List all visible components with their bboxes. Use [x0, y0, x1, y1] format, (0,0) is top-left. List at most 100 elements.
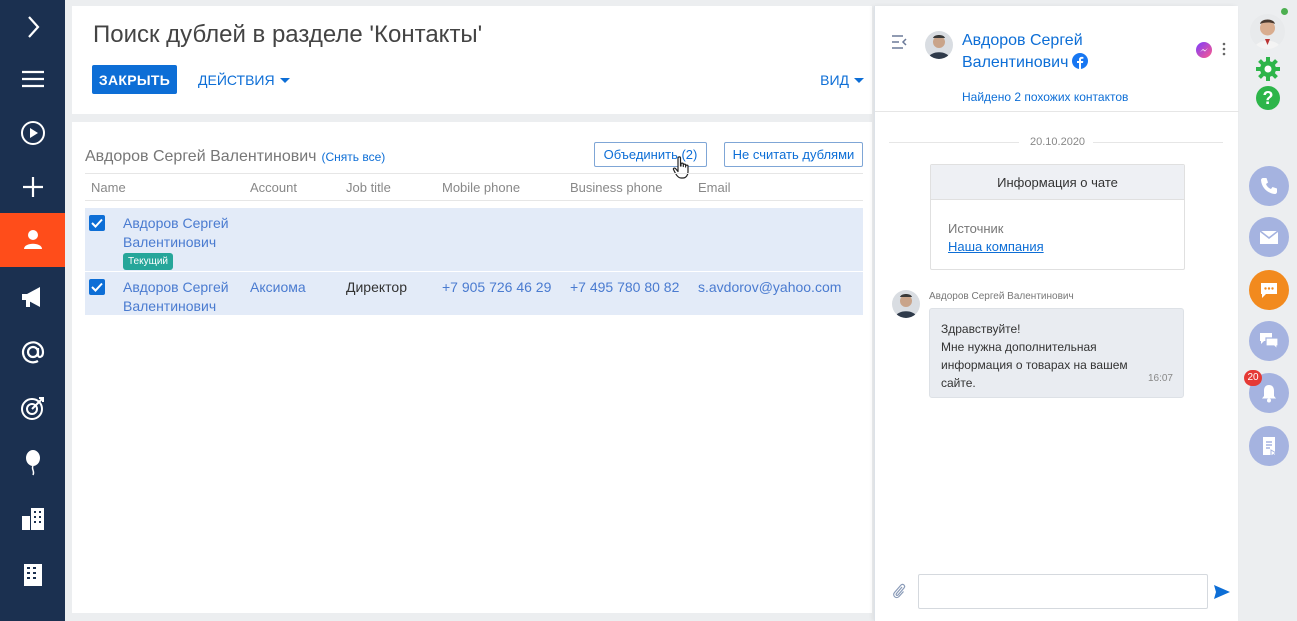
checkmark-icon [91, 218, 103, 228]
message-input[interactable] [918, 574, 1208, 609]
row-checkbox[interactable] [89, 279, 105, 295]
email-link[interactable]: s.avdorov@yahoo.com [698, 278, 841, 297]
at-sign-icon [21, 341, 44, 364]
chevron-down-icon [279, 77, 290, 83]
chat-button[interactable] [1249, 270, 1289, 310]
nav-marketing[interactable] [0, 270, 65, 324]
help-icon[interactable]: ? [1256, 86, 1280, 110]
phone-button[interactable] [1249, 166, 1289, 206]
row-checkbox[interactable] [89, 215, 105, 231]
column-header[interactable]: Account [250, 180, 297, 195]
duplicate-group-header: Авдоров Сергей Валентинович (Снять все) [85, 148, 385, 166]
table-row[interactable]: Авдоров Сергей Валентинович Текущий [85, 208, 863, 271]
chat-panel: Авдоров Сергей Валентинович Найдено 2 по… [874, 6, 1239, 621]
chat-date: 20.10.2020 [1030, 136, 1086, 148]
nav-processes[interactable] [0, 106, 65, 160]
nav-contacts[interactable] [0, 213, 65, 267]
contact-name-link[interactable]: Авдоров Сергей Валентинович [123, 278, 243, 316]
play-icon [20, 121, 45, 145]
messages-icon [1260, 333, 1279, 351]
similar-contacts-link[interactable]: Найдено 2 похожих контактов [962, 90, 1128, 104]
page-header: Поиск дублей в разделе 'Контакты' ЗАКРЫТ… [72, 6, 872, 114]
chat-contact-name[interactable]: Авдоров Сергей Валентинович [962, 30, 1142, 74]
notification-count-badge: 20 [1244, 370, 1262, 386]
chat-info-title: Информация о чате [931, 165, 1184, 200]
contact-name-link[interactable]: Авдоров Сергей Валентинович [123, 214, 243, 252]
nav-organization[interactable] [0, 548, 65, 602]
chevron-down-icon [854, 77, 864, 83]
plus-icon [22, 177, 43, 197]
hamburger-icon [21, 70, 44, 88]
gear-icon[interactable] [1255, 56, 1281, 82]
group-title: Авдоров Сергей Валентинович [85, 148, 317, 165]
table-row[interactable]: Авдоров Сергей Валентинович Аксиома Дире… [85, 272, 863, 315]
not-duplicates-button[interactable]: Не считать дублями [724, 142, 863, 167]
messages-button[interactable] [1249, 321, 1289, 361]
business-phone-link[interactable]: +7 495 780 80 82 [570, 278, 679, 297]
message-bubble: Здравствуйте! Мне нужна дополнительная и… [929, 308, 1184, 398]
mail-icon [1259, 230, 1279, 244]
column-header[interactable]: Mobile phone [442, 180, 520, 195]
account-link[interactable]: Аксиома [250, 278, 306, 297]
more-options-icon[interactable] [1222, 42, 1226, 56]
person-icon [23, 230, 42, 249]
messenger-icon[interactable] [1196, 42, 1212, 58]
hamburger-menu-button[interactable] [0, 52, 65, 106]
mobile-phone-link[interactable]: +7 905 726 46 29 [442, 278, 551, 297]
email-button[interactable] [1249, 217, 1289, 257]
view-dropdown[interactable]: ВИД [820, 72, 864, 88]
column-header[interactable]: Email [698, 180, 731, 195]
document-icon [1263, 437, 1277, 457]
online-status-indicator [1281, 8, 1288, 15]
current-badge: Текущий [123, 253, 173, 270]
column-header[interactable]: Name [91, 180, 126, 195]
buildings-icon [21, 508, 44, 530]
view-label: ВИД [820, 72, 849, 88]
nav-email[interactable] [0, 325, 65, 379]
actions-dropdown[interactable]: ДЕЙСТВИЯ [198, 72, 290, 88]
unselect-all-link[interactable]: (Снять все) [322, 150, 386, 164]
separator-line [1093, 142, 1223, 143]
column-header[interactable]: Business phone [570, 180, 663, 195]
job-title-cell: Директор [346, 279, 407, 295]
documents-button[interactable] [1249, 426, 1289, 466]
attachment-icon[interactable] [892, 582, 906, 600]
chat-icon [1261, 283, 1277, 298]
phone-icon [1261, 178, 1277, 194]
close-button[interactable]: ЗАКРЫТЬ [92, 65, 177, 94]
column-header[interactable]: Job title [346, 180, 391, 195]
nav-accounts[interactable] [0, 492, 65, 546]
message-line: информация о товарах на вашем [941, 358, 1128, 372]
message-line: Здравствуйте! [941, 322, 1021, 336]
source-label: Источник [948, 221, 1004, 236]
left-navigation [0, 0, 65, 621]
megaphone-icon [21, 287, 40, 307]
balloon-icon [25, 450, 40, 476]
chat-list-icon[interactable] [891, 34, 911, 50]
message-line: Мне нужна дополнительная [941, 340, 1097, 354]
target-icon [20, 397, 44, 420]
chat-header: Авдоров Сергей Валентинович Найдено 2 по… [875, 6, 1239, 112]
nav-goals[interactable] [0, 381, 65, 435]
nav-add[interactable] [0, 160, 65, 214]
source-link[interactable]: Наша компания [948, 239, 1044, 254]
chat-info-card: Информация о чате Источник Наша компания [930, 164, 1185, 270]
nav-events[interactable] [0, 435, 65, 489]
message-time: 16:07 [1147, 373, 1173, 384]
avatar [925, 31, 953, 59]
chat-contact-name-text: Авдоров Сергей Валентинович [962, 32, 1083, 71]
message-line: сайте. [941, 376, 976, 390]
send-icon[interactable] [1214, 585, 1230, 599]
building-icon [23, 564, 42, 586]
message-sender: Авдоров Сергей Валентинович [929, 291, 1074, 302]
table-header: Name Account Job title Mobile phone Busi… [85, 173, 863, 201]
actions-label: ДЕЙСТВИЯ [198, 72, 275, 88]
facebook-icon [1072, 53, 1089, 69]
date-separator: 20.10.2020 [889, 136, 1223, 148]
separator-line [889, 142, 1019, 143]
duplicates-panel: Авдоров Сергей Валентинович (Снять все) … [72, 122, 872, 613]
page-title: Поиск дублей в разделе 'Контакты' [93, 21, 483, 48]
avatar [892, 290, 920, 318]
user-avatar[interactable] [1250, 14, 1285, 49]
expand-menu-button[interactable] [0, 0, 65, 54]
